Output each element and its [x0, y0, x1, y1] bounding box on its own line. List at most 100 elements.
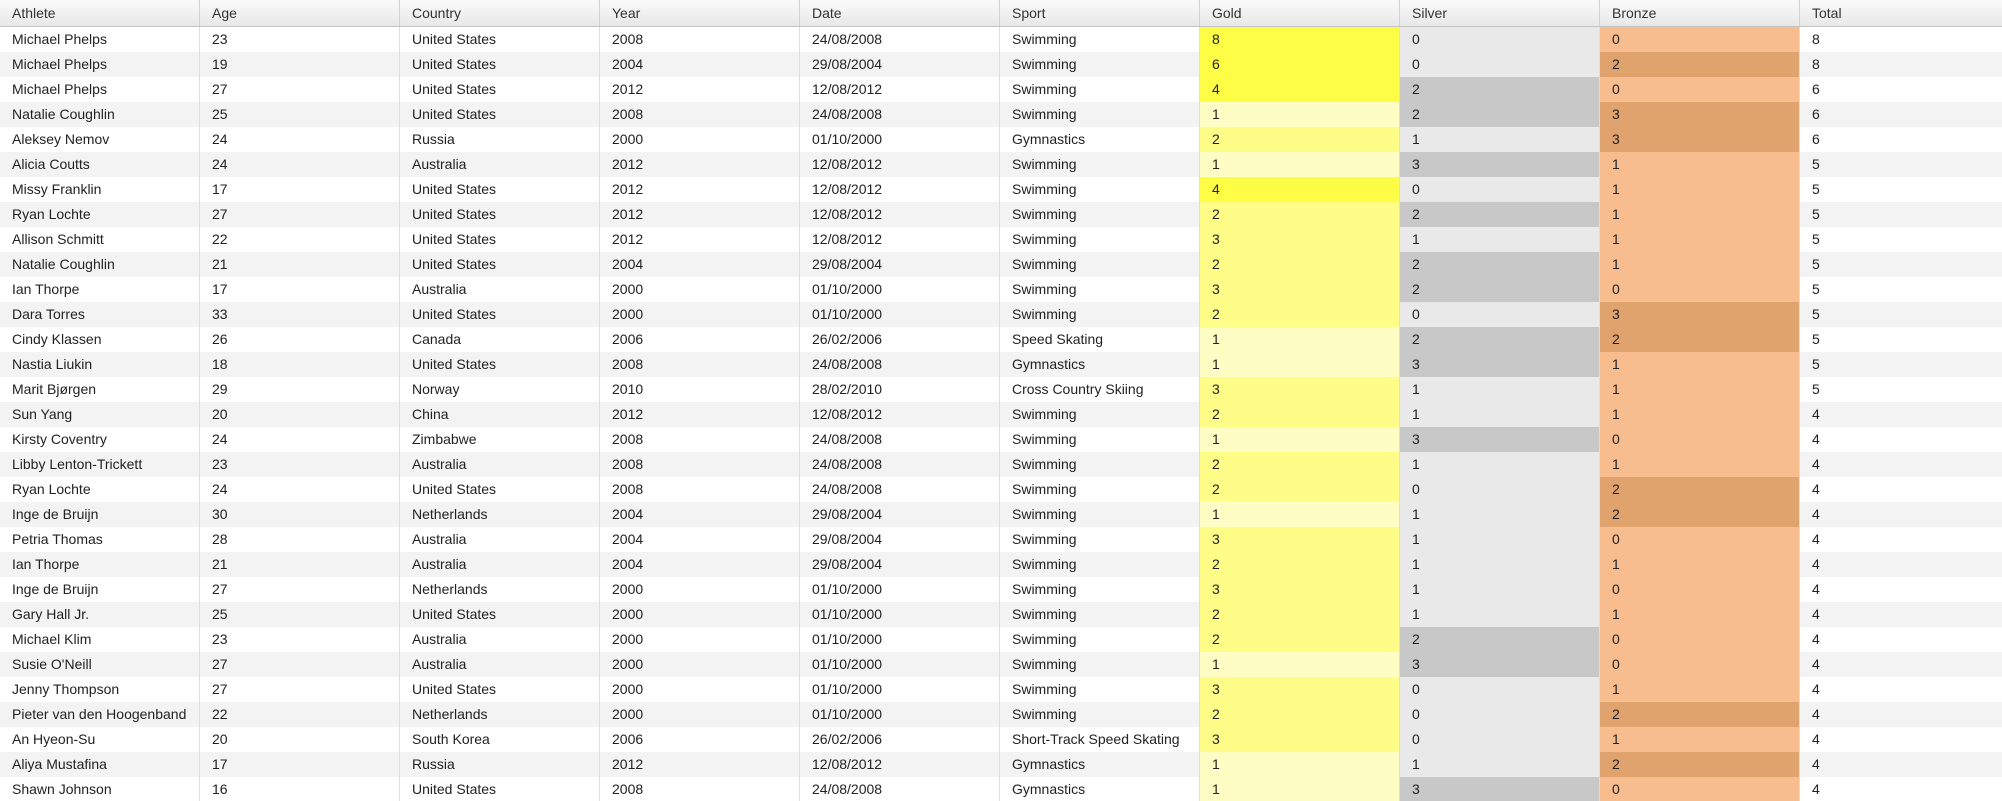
silver-cell[interactable]: 0: [1400, 52, 1600, 77]
total-cell[interactable]: 6: [1800, 127, 2002, 152]
country-cell[interactable]: Norway: [400, 377, 600, 402]
silver-cell[interactable]: 0: [1400, 477, 1600, 502]
bronze-cell[interactable]: 1: [1600, 352, 1800, 377]
gold-cell[interactable]: 2: [1200, 452, 1400, 477]
total-cell[interactable]: 4: [1800, 502, 2002, 527]
bronze-cell[interactable]: 1: [1600, 152, 1800, 177]
sport-cell[interactable]: Swimming: [1000, 602, 1200, 627]
gold-cell[interactable]: 2: [1200, 127, 1400, 152]
year-cell[interactable]: 2008: [600, 352, 800, 377]
total-cell[interactable]: 6: [1800, 77, 2002, 102]
athlete-cell[interactable]: Alicia Coutts: [0, 152, 200, 177]
year-cell[interactable]: 2004: [600, 502, 800, 527]
year-cell[interactable]: 2000: [600, 652, 800, 677]
column-header-year[interactable]: Year: [600, 0, 800, 26]
gold-cell[interactable]: 3: [1200, 677, 1400, 702]
total-cell[interactable]: 5: [1800, 227, 2002, 252]
country-cell[interactable]: Zimbabwe: [400, 427, 600, 452]
bronze-cell[interactable]: 2: [1600, 502, 1800, 527]
table-row[interactable]: Missy Franklin 17 United States 2012 12/08/2…: [0, 177, 2002, 202]
year-cell[interactable]: 2004: [600, 527, 800, 552]
age-cell[interactable]: 17: [200, 277, 400, 302]
year-cell[interactable]: 2010: [600, 377, 800, 402]
year-cell[interactable]: 2000: [600, 302, 800, 327]
country-cell[interactable]: Netherlands: [400, 702, 600, 727]
total-cell[interactable]: 4: [1800, 577, 2002, 602]
age-cell[interactable]: 24: [200, 127, 400, 152]
year-cell[interactable]: 2000: [600, 602, 800, 627]
athlete-cell[interactable]: Michael Phelps: [0, 77, 200, 102]
athlete-cell[interactable]: Ryan Lochte: [0, 477, 200, 502]
country-cell[interactable]: United States: [400, 102, 600, 127]
gold-cell[interactable]: 4: [1200, 177, 1400, 202]
age-cell[interactable]: 22: [200, 227, 400, 252]
year-cell[interactable]: 2012: [600, 177, 800, 202]
table-row[interactable]: Ryan Lochte 27 United States 2012 12/08/2012…: [0, 202, 2002, 227]
bronze-cell[interactable]: 1: [1600, 177, 1800, 202]
country-cell[interactable]: United States: [400, 202, 600, 227]
total-cell[interactable]: 4: [1800, 652, 2002, 677]
total-cell[interactable]: 5: [1800, 152, 2002, 177]
country-cell[interactable]: United States: [400, 777, 600, 801]
sport-cell[interactable]: Swimming: [1000, 277, 1200, 302]
country-cell[interactable]: South Korea: [400, 727, 600, 752]
age-cell[interactable]: 27: [200, 677, 400, 702]
athlete-cell[interactable]: Pieter van den Hoogenband: [0, 702, 200, 727]
column-header-sport[interactable]: Sport: [1000, 0, 1200, 26]
silver-cell[interactable]: 0: [1400, 177, 1600, 202]
table-row[interactable]: Michael Klim 23 Australia 2000 01/10/2000 Swi…: [0, 627, 2002, 652]
table-row[interactable]: Aleksey Nemov 24 Russia 2000 01/10/2000 Gymna…: [0, 127, 2002, 152]
date-cell[interactable]: 29/08/2004: [800, 52, 1000, 77]
silver-cell[interactable]: 2: [1400, 277, 1600, 302]
sport-cell[interactable]: Swimming: [1000, 202, 1200, 227]
athlete-cell[interactable]: Nastia Liukin: [0, 352, 200, 377]
athlete-cell[interactable]: Jenny Thompson: [0, 677, 200, 702]
gold-cell[interactable]: 2: [1200, 602, 1400, 627]
table-row[interactable]: Shawn Johnson 16 United States 2008 24/08/20…: [0, 777, 2002, 801]
date-cell[interactable]: 24/08/2008: [800, 452, 1000, 477]
country-cell[interactable]: Netherlands: [400, 502, 600, 527]
gold-cell[interactable]: 1: [1200, 352, 1400, 377]
gold-cell[interactable]: 3: [1200, 277, 1400, 302]
silver-cell[interactable]: 2: [1400, 202, 1600, 227]
gold-cell[interactable]: 3: [1200, 577, 1400, 602]
country-cell[interactable]: Australia: [400, 277, 600, 302]
bronze-cell[interactable]: 1: [1600, 377, 1800, 402]
table-row[interactable]: Susie O'Neill 27 Australia 2000 01/10/2000 Sw…: [0, 652, 2002, 677]
sport-cell[interactable]: Swimming: [1000, 402, 1200, 427]
date-cell[interactable]: 12/08/2012: [800, 152, 1000, 177]
age-cell[interactable]: 20: [200, 727, 400, 752]
column-header-silver[interactable]: Silver: [1400, 0, 1600, 26]
year-cell[interactable]: 2012: [600, 152, 800, 177]
gold-cell[interactable]: 2: [1200, 202, 1400, 227]
year-cell[interactable]: 2004: [600, 252, 800, 277]
date-cell[interactable]: 01/10/2000: [800, 652, 1000, 677]
silver-cell[interactable]: 0: [1400, 302, 1600, 327]
gold-cell[interactable]: 4: [1200, 77, 1400, 102]
sport-cell[interactable]: Gymnastics: [1000, 352, 1200, 377]
column-header-age[interactable]: Age: [200, 0, 400, 26]
year-cell[interactable]: 2000: [600, 627, 800, 652]
sport-cell[interactable]: Swimming: [1000, 502, 1200, 527]
bronze-cell[interactable]: 0: [1600, 77, 1800, 102]
total-cell[interactable]: 4: [1800, 627, 2002, 652]
country-cell[interactable]: Australia: [400, 452, 600, 477]
table-row[interactable]: Cindy Klassen 26 Canada 2006 26/02/2006 Speed…: [0, 327, 2002, 352]
date-cell[interactable]: 24/08/2008: [800, 27, 1000, 52]
date-cell[interactable]: 24/08/2008: [800, 102, 1000, 127]
athlete-cell[interactable]: Michael Klim: [0, 627, 200, 652]
table-row[interactable]: Sun Yang 20 China 2012 12/08/2012 Swimming 2 1 1…: [0, 402, 2002, 427]
silver-cell[interactable]: 1: [1400, 752, 1600, 777]
country-cell[interactable]: United States: [400, 477, 600, 502]
gold-cell[interactable]: 2: [1200, 552, 1400, 577]
total-cell[interactable]: 4: [1800, 402, 2002, 427]
athlete-cell[interactable]: Petria Thomas: [0, 527, 200, 552]
silver-cell[interactable]: 1: [1400, 527, 1600, 552]
bronze-cell[interactable]: 2: [1600, 477, 1800, 502]
total-cell[interactable]: 5: [1800, 377, 2002, 402]
gold-cell[interactable]: 3: [1200, 377, 1400, 402]
age-cell[interactable]: 21: [200, 552, 400, 577]
age-cell[interactable]: 25: [200, 102, 400, 127]
table-row[interactable]: An Hyeon-Su 20 South Korea 2006 26/02/2006 Sh…: [0, 727, 2002, 752]
date-cell[interactable]: 01/10/2000: [800, 677, 1000, 702]
